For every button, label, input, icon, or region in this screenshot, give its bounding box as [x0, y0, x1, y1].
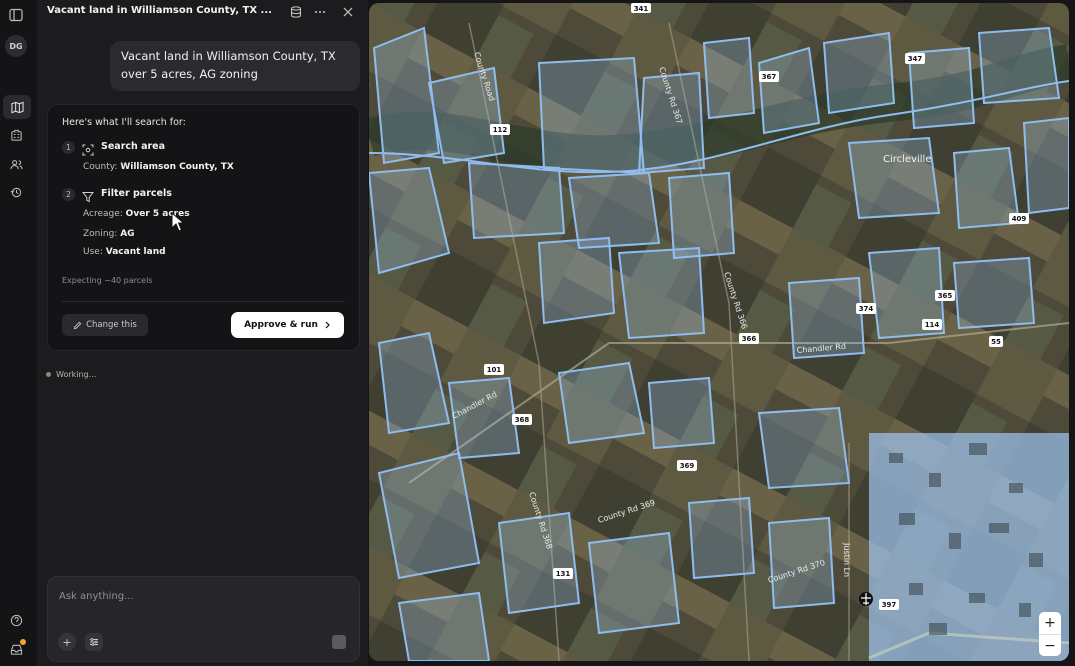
route-shield: 101	[484, 364, 504, 375]
filter-icon	[81, 188, 96, 203]
building-icon[interactable]	[7, 126, 25, 144]
scan-icon	[82, 141, 96, 156]
route-shield: 112	[490, 124, 510, 135]
route-shield: 341	[631, 3, 651, 13]
svg-text:409: 409	[1012, 215, 1027, 223]
route-shield: 369	[677, 460, 697, 471]
satellite-map-canvas: Circleville Chandler Rd County Rd 369 Co…	[369, 3, 1069, 661]
svg-text:366: 366	[742, 335, 757, 343]
svg-text:374: 374	[859, 305, 874, 313]
plan-heading: Here's what I'll search for:	[62, 117, 186, 128]
zoom-controls: + −	[1039, 612, 1061, 656]
airport-icon	[859, 592, 873, 606]
svg-text:114: 114	[925, 321, 940, 329]
zoom-out-button[interactable]: −	[1039, 634, 1061, 657]
svg-text:101: 101	[487, 366, 502, 374]
composer: Ask anything... +	[47, 576, 360, 662]
svg-text:341: 341	[634, 5, 649, 13]
step-label: Filter parcels	[101, 188, 172, 199]
svg-text:365: 365	[938, 292, 953, 300]
chevron-right-icon	[325, 321, 330, 329]
plan-row-use: Use: Vacant land	[83, 247, 166, 257]
route-shield: 131	[553, 568, 573, 579]
route-shield: 366	[739, 333, 759, 344]
stop-button[interactable]	[332, 635, 346, 649]
svg-text:397: 397	[882, 601, 897, 609]
svg-text:112: 112	[493, 126, 508, 134]
svg-text:367: 367	[762, 73, 777, 81]
plus-icon[interactable]: +	[58, 633, 76, 651]
inbox-icon[interactable]	[7, 639, 26, 658]
composer-input[interactable]: Ask anything...	[59, 591, 134, 602]
pencil-icon	[73, 321, 82, 329]
route-shield: 55	[989, 336, 1003, 347]
route-shield: 368	[512, 414, 532, 425]
approve-run-button[interactable]: Approve & run	[231, 312, 344, 338]
svg-text:347: 347	[908, 55, 923, 63]
change-this-button[interactable]: Change this	[62, 314, 148, 336]
route-shield: 374	[856, 303, 876, 314]
step-label: Search area	[101, 141, 166, 152]
help-icon[interactable]	[7, 611, 25, 629]
close-icon[interactable]	[340, 4, 356, 20]
svg-text:131: 131	[556, 570, 571, 578]
settings-sliders-icon[interactable]	[85, 633, 103, 651]
spinner-icon	[46, 372, 51, 377]
plan-row-zoning: Zoning: AG	[83, 229, 135, 239]
route-shield: 409	[1009, 213, 1029, 224]
sidebar-toggle-icon[interactable]	[7, 6, 25, 24]
search-plan-card: Here's what I'll search for: 1 Search ar…	[47, 104, 360, 351]
route-shield: 114	[922, 319, 942, 330]
svg-text:55: 55	[991, 338, 1001, 346]
step-number: 1	[62, 141, 75, 154]
svg-text:369: 369	[680, 462, 695, 470]
parcel-map[interactable]: Circleville Chandler Rd County Rd 369 Co…	[369, 3, 1069, 661]
mouse-cursor-icon	[171, 212, 185, 232]
card-divider	[62, 301, 345, 302]
user-message: Vacant land in Williamson County, TX ove…	[110, 41, 360, 91]
map-label-road: Justin Ln	[842, 542, 851, 577]
database-icon[interactable]	[288, 4, 304, 20]
plan-row-county: County: Williamson County, TX	[83, 162, 234, 172]
more-icon[interactable]	[312, 4, 328, 20]
chat-panel: Vacant land in Williamson County, TX ...…	[37, 0, 368, 666]
route-shield: 347	[905, 53, 925, 64]
map-label-place: Circleville	[883, 154, 932, 165]
notification-dot	[20, 639, 26, 645]
map-icon[interactable]	[3, 95, 31, 119]
working-status: Working...	[46, 370, 96, 379]
route-shield: 367	[759, 71, 779, 82]
avatar[interactable]: DG	[5, 35, 27, 57]
svg-text:368: 368	[515, 416, 530, 424]
route-shield: 397	[879, 599, 899, 610]
route-shield: 365	[935, 290, 955, 301]
expecting-count: Expecting ~40 parcels	[62, 276, 153, 285]
history-icon[interactable]	[7, 183, 25, 201]
chat-title: Vacant land in Williamson County, TX ...	[47, 5, 272, 16]
step-number: 2	[62, 188, 75, 201]
zoom-in-button[interactable]: +	[1039, 612, 1061, 634]
users-icon[interactable]	[7, 155, 25, 173]
left-rail: DG	[0, 0, 37, 666]
chat-header: Vacant land in Williamson County, TX ...	[37, 0, 368, 24]
